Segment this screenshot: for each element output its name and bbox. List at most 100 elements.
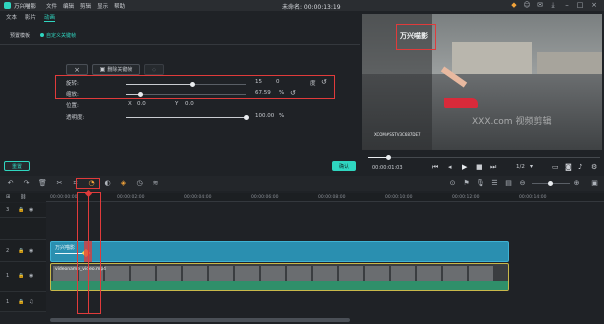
opacity-slider[interactable]: [126, 115, 249, 120]
marker-icon[interactable]: ⚑: [462, 179, 471, 188]
menu-file[interactable]: 文件: [46, 2, 57, 10]
opacity-value[interactable]: 100.00: [255, 113, 274, 119]
lock-icon[interactable]: 🔒: [18, 248, 24, 254]
menu-help[interactable]: 帮助: [114, 2, 125, 10]
scale-knob[interactable]: [137, 92, 143, 97]
preview-scrubber[interactable]: [368, 157, 600, 158]
menu-clip[interactable]: 剪辑: [80, 2, 91, 10]
settings-icon[interactable]: ⚙: [591, 163, 597, 171]
eye-icon[interactable]: ◉: [29, 207, 33, 213]
overlay-text[interactable]: 万兴喵影: [400, 31, 428, 41]
timer-icon[interactable]: ◷: [135, 179, 144, 188]
premium-icon[interactable]: ◆: [510, 1, 518, 9]
rotate-unit: 度: [310, 81, 316, 87]
user-icon[interactable]: ☺: [523, 1, 531, 9]
opacity-label: 透明度:: [66, 115, 85, 121]
panel-divider: [0, 44, 360, 45]
lock-icon[interactable]: 🔒: [18, 207, 24, 213]
track-header-3: 3 🔒 ◉: [0, 203, 46, 218]
stop-icon[interactable]: ■: [476, 163, 483, 171]
step-back-icon[interactable]: ◂: [448, 163, 452, 171]
close-icon[interactable]: ×: [590, 1, 598, 9]
speaker-icon[interactable]: ♫: [29, 299, 33, 305]
download-icon[interactable]: ⤓: [549, 1, 557, 9]
ok-button[interactable]: 确认: [332, 161, 356, 171]
subtab-preset[interactable]: 预置模板: [10, 32, 30, 39]
scale-label: 缩放:: [66, 92, 79, 98]
video-preview[interactable]: 万兴喵影 XXX.com 视频剪辑 XCOM#SSTV3C687DE7: [362, 14, 602, 150]
tab-movie[interactable]: 影片: [25, 13, 36, 21]
video-thumbnail: [209, 266, 233, 281]
delete-icon[interactable]: 🗑: [38, 179, 47, 188]
opacity-fill: [126, 117, 246, 118]
scrubber-knob[interactable]: [386, 155, 391, 160]
zoom-knob[interactable]: [548, 181, 553, 186]
rotate-value[interactable]: 15: [255, 79, 262, 85]
scale-track: [126, 94, 246, 95]
audio-wave-icon[interactable]: ≋: [151, 179, 160, 188]
scale-reset-icon[interactable]: ↺: [290, 89, 296, 97]
mic-icon[interactable]: 🎙: [476, 179, 485, 188]
rotate-slider[interactable]: [126, 82, 246, 87]
snapshot-icon[interactable]: ◙: [565, 163, 572, 171]
scale-value[interactable]: 67.59: [255, 90, 271, 96]
opacity-knob[interactable]: [243, 115, 249, 120]
prev-frame-icon[interactable]: ⏮: [432, 163, 438, 172]
text-clip[interactable]: 万兴喵影: [50, 241, 509, 262]
app-logo-icon: [4, 2, 11, 9]
tick-label: 00:00:14:00: [519, 195, 547, 200]
add-keyframe-button[interactable]: ×: [66, 64, 88, 75]
track-type-icon: 2: [6, 248, 10, 254]
render-icon[interactable]: ⊙: [448, 179, 457, 188]
play-icon[interactable]: ▶: [462, 163, 467, 171]
lock-icon[interactable]: 🔒: [18, 273, 24, 279]
disabled-keyframe-button[interactable]: ◇: [144, 64, 164, 75]
tab-text[interactable]: 文本: [6, 13, 17, 21]
eye-icon[interactable]: ◉: [29, 248, 33, 254]
reset-button[interactable]: 重置: [4, 161, 30, 171]
scale-slider[interactable]: [126, 92, 246, 97]
position-y-input[interactable]: 0.0: [185, 101, 194, 107]
playback-ratio[interactable]: 1/2: [516, 164, 525, 170]
active-dot-icon: [40, 33, 45, 37]
zoom-in-icon[interactable]: ⊕: [572, 179, 581, 188]
next-frame-icon[interactable]: ⏭: [490, 163, 496, 172]
timeline-scrollbar[interactable]: [50, 318, 350, 322]
video-thumbnail: [417, 266, 441, 281]
scrubber-progress: [368, 157, 388, 158]
fullscreen-icon[interactable]: ▭: [552, 163, 559, 171]
subtab-custom-keyframe[interactable]: 自定义关键帧: [40, 32, 76, 39]
eye-icon[interactable]: ◉: [29, 273, 33, 279]
fit-icon[interactable]: ▣: [590, 179, 599, 188]
tab-animation[interactable]: 动画: [44, 13, 56, 22]
mail-icon[interactable]: ✉: [536, 1, 544, 9]
minimize-icon[interactable]: –: [563, 1, 571, 9]
rotate-knob[interactable]: [189, 82, 195, 87]
cut-icon[interactable]: ✂: [55, 179, 64, 188]
caption-icon[interactable]: ▤: [504, 179, 513, 188]
video-thumbnail: [105, 266, 129, 281]
link-icon[interactable]: ⛓: [20, 194, 26, 200]
menu-view[interactable]: 显示: [97, 2, 108, 10]
position-x-input[interactable]: 0.0: [137, 101, 146, 107]
video-thumbnail: [339, 266, 363, 281]
redo-icon[interactable]: ↷: [22, 179, 31, 188]
ratio-dropdown-icon[interactable]: ▾: [530, 163, 533, 170]
undo-icon[interactable]: ↶: [6, 179, 15, 188]
delete-keyframe-button[interactable]: ▣ 删除关键帧: [92, 64, 140, 75]
rotate-reset-icon[interactable]: ↺: [321, 78, 327, 86]
tick-label: 00:00:06:00: [251, 195, 279, 200]
maximize-icon[interactable]: □: [576, 1, 584, 9]
volume-icon[interactable]: ♪: [578, 163, 582, 171]
lock-icon[interactable]: 🔒: [18, 299, 24, 305]
keyframe-nav-icon: ◇: [152, 66, 156, 73]
position-label: 位置:: [66, 103, 79, 109]
keyframe-icon[interactable]: ◈: [119, 179, 128, 188]
video-clip[interactable]: videoname_video.mp4: [50, 263, 509, 291]
color-icon[interactable]: ◐: [103, 179, 112, 188]
zoom-out-icon[interactable]: ⊖: [518, 179, 527, 188]
mixer-icon[interactable]: ☰: [490, 179, 499, 188]
rotate-degree-value[interactable]: 0: [276, 79, 280, 85]
add-track-icon[interactable]: ⊞: [6, 194, 10, 200]
menu-edit[interactable]: 编辑: [63, 2, 74, 10]
